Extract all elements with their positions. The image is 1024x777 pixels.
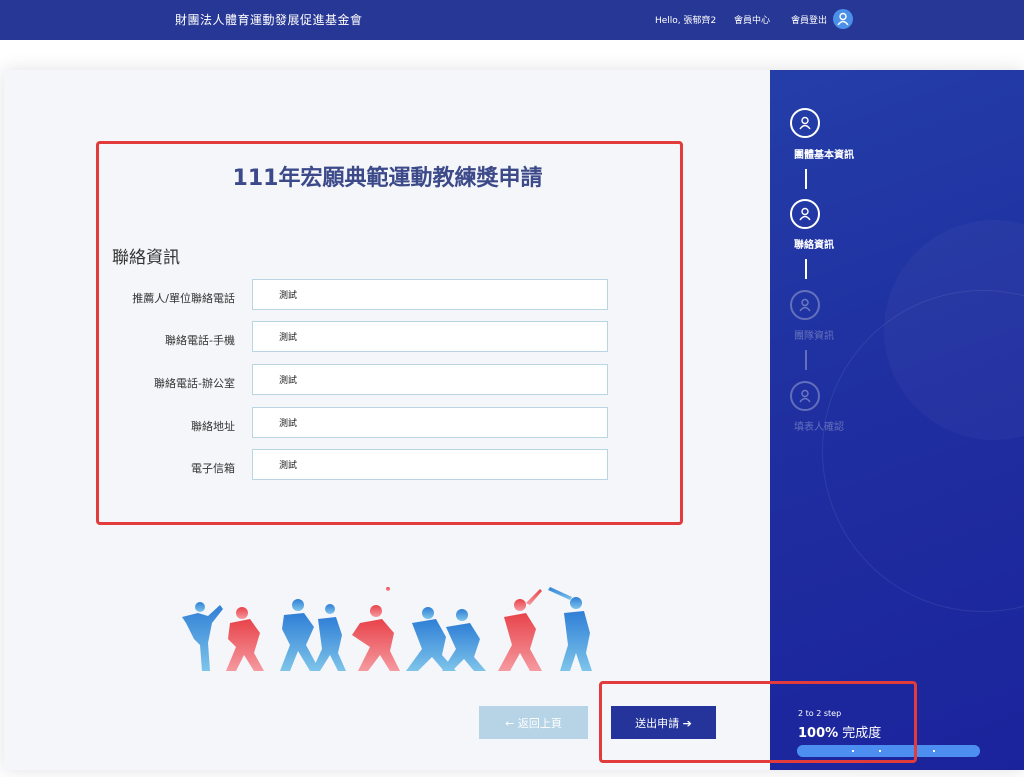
site-brand[interactable]: 財團法人體育運動發展促進基金會 (175, 11, 363, 28)
step-connector (805, 350, 807, 370)
step-user-icon (790, 290, 820, 320)
field-label-mobile: 聯絡電話-手機 (165, 334, 235, 347)
step-label-team-info: 團隊資訊 (794, 331, 834, 342)
referrer-phone-input[interactable] (252, 279, 608, 310)
athletes-illustration (182, 587, 592, 671)
progress-dot (933, 750, 935, 752)
user-greeting: Hello, 張郁齊2 (655, 16, 717, 26)
member-center-link[interactable]: 會員中心 (734, 13, 770, 26)
address-input[interactable] (252, 407, 608, 438)
office-phone-input[interactable] (252, 364, 608, 395)
section-title: 聯絡資訊 (112, 248, 180, 268)
form-title: 111年宏願典範運動教練獎申請 (232, 166, 543, 191)
submit-highlight (599, 681, 917, 763)
mobile-phone-input[interactable] (252, 321, 608, 352)
step-label-contact-info: 聯絡資訊 (794, 240, 834, 251)
field-label-email: 電子信箱 (191, 462, 235, 475)
step-user-icon (790, 199, 820, 229)
field-label-address: 聯絡地址 (191, 420, 235, 433)
field-label-referrer-phone: 推薦人/單位聯絡電話 (132, 292, 235, 305)
field-label-office: 聯絡電話-辦公室 (154, 377, 235, 390)
step-connector (805, 169, 807, 189)
step-connector (805, 259, 807, 279)
step-label-confirm: 填表人確認 (794, 422, 844, 433)
email-input[interactable] (252, 449, 608, 480)
step-user-icon (790, 108, 820, 138)
step-label-group-info: 團體基本資訊 (794, 150, 854, 161)
step-user-icon (790, 381, 820, 411)
logout-link[interactable]: 會員登出 (791, 13, 827, 26)
top-navbar: 財團法人體育運動發展促進基金會 Hello, 張郁齊2 會員中心 會員登出 (0, 0, 1024, 40)
user-icon[interactable] (833, 9, 853, 29)
back-button[interactable]: ← 返回上頁 (479, 706, 588, 739)
